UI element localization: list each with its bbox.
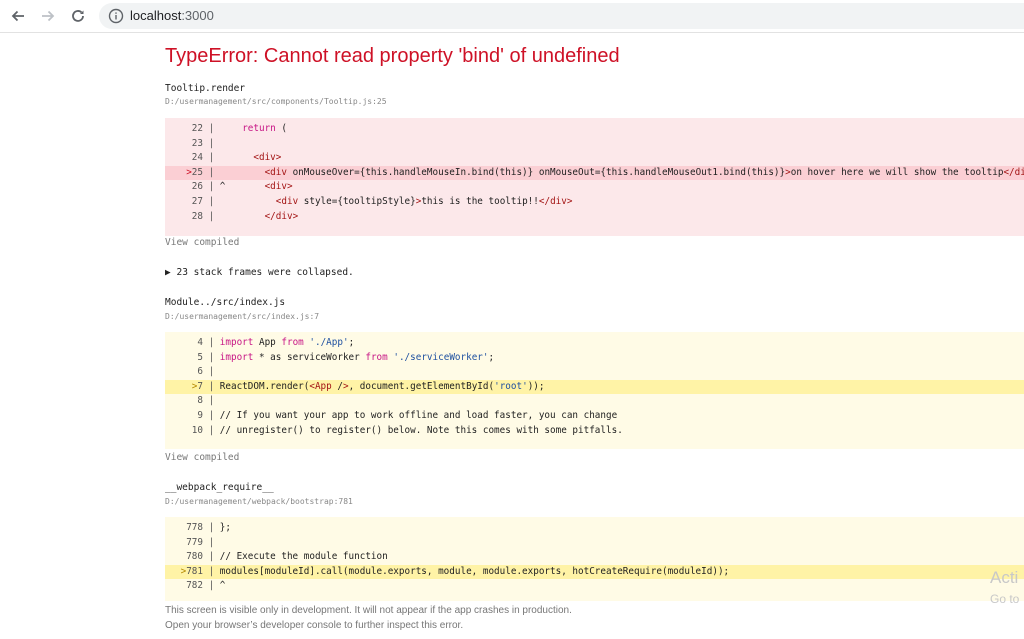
url-text: localhost:3000 — [130, 8, 214, 24]
line-number: 26 — [191, 181, 203, 193]
line-number: 28 — [191, 210, 203, 222]
code-frame-tooltip: 22 | return ( 23 | 24 | <div> >25 | <div … — [165, 118, 1024, 236]
code-line: >7 | ReactDOM.render(<App />, document.g… — [165, 379, 1024, 395]
back-arrow-icon — [11, 10, 24, 22]
code-line: 9 | // If you want your app to work offl… — [165, 409, 1024, 424]
line-number: 6 — [197, 366, 203, 378]
line-number: 10 — [191, 424, 203, 436]
line-number: >781 — [180, 565, 203, 577]
code-text: import App from './App'; — [219, 337, 355, 348]
code-text: ^ — [219, 580, 226, 592]
frame-function-name: __webpack_require__ — [165, 482, 274, 493]
line-number: 23 — [191, 137, 203, 149]
code-line: 4 | import App from './App'; — [165, 336, 1024, 351]
frame-file-location[interactable]: D:/usermanagement/src/index.js:7 — [165, 312, 319, 322]
line-number: 8 — [197, 395, 203, 407]
reload-button[interactable] — [68, 6, 88, 26]
code-text: import * as serviceWorker from './servic… — [219, 351, 495, 363]
code-line: 23 | — [165, 137, 1024, 152]
collapsed-frames-label: 23 stack frames were collapsed. — [176, 267, 354, 278]
activation-watermark-subtitle: Go to — [990, 592, 1020, 606]
line-number: 4 — [197, 337, 203, 348]
collapsed-frames-toggle[interactable]: ▶ 23 stack frames were collapsed. — [165, 267, 354, 279]
frame-file-location[interactable]: D:/usermanagement/src/components/Tooltip… — [165, 97, 387, 107]
code-line: 28 | </div> — [165, 210, 1024, 225]
code-line: 6 | — [165, 365, 1024, 380]
code-line: 26 | ^ <div> — [165, 180, 1024, 195]
code-text: modules[moduleId].call(module.exports, m… — [219, 565, 730, 577]
info-icon[interactable] — [108, 8, 124, 24]
code-line: 779 | — [165, 536, 1024, 551]
code-text: }; — [219, 522, 231, 533]
reload-icon — [72, 10, 84, 22]
code-line: 10 | // unregister() to register() below… — [165, 424, 1024, 439]
line-number: 780 — [186, 551, 203, 563]
code-line: 24 | <div> — [165, 151, 1024, 166]
url-host: localhost — [130, 8, 182, 23]
line-number: 24 — [191, 152, 203, 164]
code-text: return ( — [242, 123, 287, 134]
code-line: 27 | <div style={tooltipStyle}>this is t… — [165, 195, 1024, 210]
code-text: ^ <div> — [219, 181, 293, 193]
code-line: 22 | return ( — [165, 122, 1024, 137]
frame-file-location[interactable]: D:/usermanagement/webpack/bootstrap:781 — [165, 497, 353, 507]
code-line: 780 | // Execute the module function — [165, 550, 1024, 565]
code-text: // Execute the module function — [219, 551, 388, 563]
code-text: <div onMouseOver={this.handleMouseIn.bin… — [264, 166, 1024, 178]
url-port: :3000 — [181, 8, 214, 23]
code-text: </div> — [264, 210, 299, 222]
expand-triangle-icon: ▶ — [165, 267, 171, 278]
code-line: 782 | ^ — [165, 579, 1024, 594]
address-bar[interactable]: localhost:3000 — [99, 3, 1024, 29]
line-number: 5 — [197, 351, 203, 363]
line-number: 22 — [191, 123, 203, 134]
code-frame-index: 4 | import App from './App'; 5 | import … — [165, 332, 1024, 449]
browser-toolbar: localhost:3000 — [0, 0, 1024, 33]
code-line: >25 | <div onMouseOver={this.handleMouse… — [165, 165, 1024, 181]
forward-arrow-icon — [42, 10, 55, 22]
line-number: 779 — [186, 536, 203, 548]
line-number: 27 — [191, 195, 203, 207]
line-number: >25 — [186, 166, 203, 178]
code-line: 778 | }; — [165, 521, 1024, 536]
code-text: // If you want your app to work offline … — [219, 409, 618, 421]
frame-function-name: Module../src/index.js — [165, 297, 286, 308]
footer-dev-notice: This screen is visible only in developme… — [165, 605, 572, 616]
code-frame-webpack: 778 | }; 779 | 780 | // Execute the modu… — [165, 517, 1024, 601]
view-compiled-link[interactable]: View compiled — [165, 237, 239, 249]
code-line: >781 | modules[moduleId].call(module.exp… — [165, 564, 1024, 580]
frame-function-name: Tooltip.render — [165, 83, 246, 94]
code-text: <div> — [253, 152, 282, 164]
line-number: 9 — [197, 409, 203, 421]
code-text: <div style={tooltipStyle}>this is the to… — [275, 195, 573, 207]
view-compiled-link[interactable]: View compiled — [165, 452, 239, 464]
forward-button[interactable] — [38, 6, 58, 26]
code-text: // unregister() to register() below. Not… — [219, 424, 623, 436]
code-line: 5 | import * as serviceWorker from './se… — [165, 351, 1024, 366]
code-text: ReactDOM.render(<App />, document.getEle… — [219, 380, 545, 392]
line-number: 778 — [186, 522, 203, 533]
error-title: TypeError: Cannot read property 'bind' o… — [165, 45, 620, 67]
code-line: 8 | — [165, 394, 1024, 409]
line-number: >7 — [191, 380, 203, 392]
back-button[interactable] — [8, 6, 28, 26]
line-number: 782 — [186, 580, 203, 592]
activation-watermark-title: Acti — [990, 568, 1019, 587]
footer-console-notice: Open your browser’s developer console to… — [165, 620, 464, 631]
